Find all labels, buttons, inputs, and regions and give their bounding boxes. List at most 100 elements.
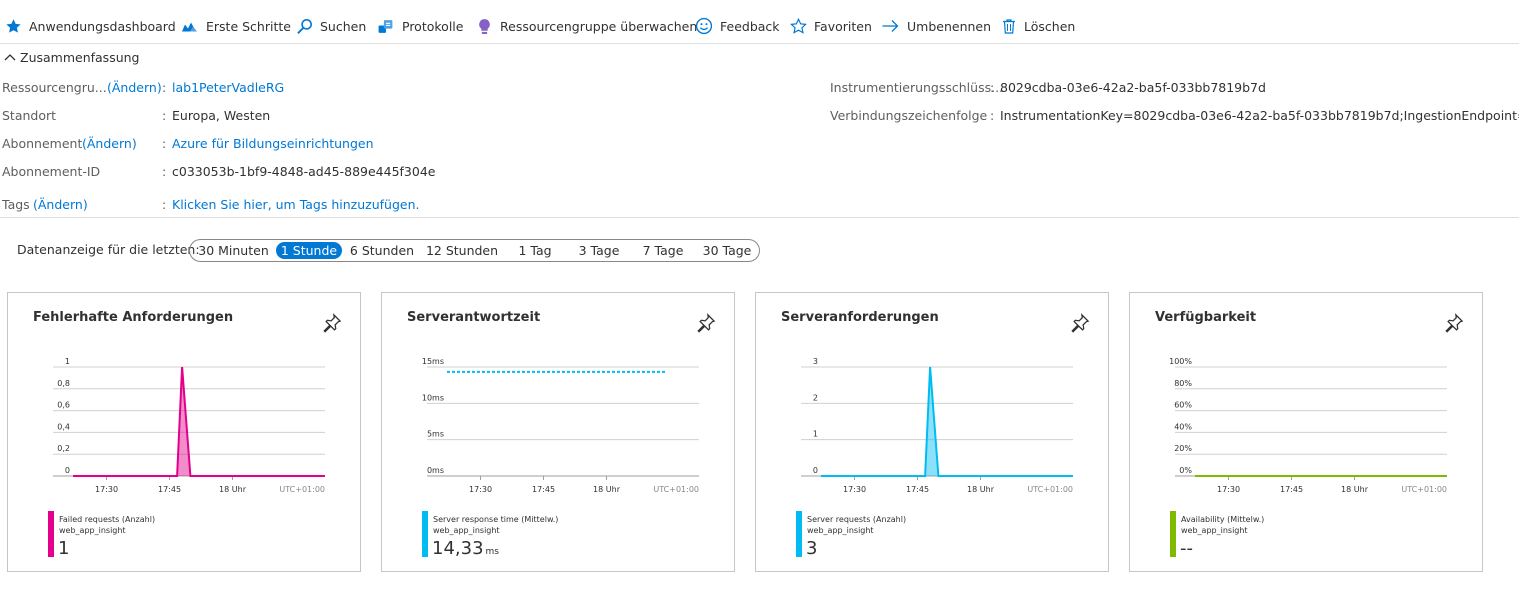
colon: : [990,107,995,123]
range-option-1-day[interactable]: 1 Tag [510,242,560,259]
legend-color-bar [422,511,428,557]
y-tick-label: 0ms [427,466,444,475]
subscription-link[interactable]: Azure für Bildungseinrichtungen [172,136,374,151]
availability-tile[interactable]: Verfügbarkeit 0% 20% 40% 60% 80% 100% 17:30 17:… [1129,292,1483,572]
instrumentation-key-label: Instrumentierungsschlüss... [830,79,1004,95]
feedback-button[interactable]: Feedback [695,14,780,38]
range-option-1-hour[interactable]: 1 Stunde [276,242,342,259]
y-tick-label: 5ms [427,430,444,439]
x-tick-label: 17:45 [906,485,929,494]
subscription-id-label: Abonnement-ID [2,163,101,179]
subscription-row: Abonnement (Ändern) : Azure für Bildungs… [0,134,800,152]
failed-requests-chart: 0 0,2 0,4 0,6 0,8 1 17:30 17:45 18 Uhr UTC+01:00 [53,357,325,494]
y-tick-label: 2 [813,393,818,402]
range-option-30-min[interactable]: 30 Minuten [196,242,271,259]
range-option-6-hours[interactable]: 6 Stunden [347,242,417,259]
y-tick-label: 60% [1174,401,1192,410]
x-tick-label: 17:30 [843,485,866,494]
x-tick-label: 18 Uhr [1341,485,1369,494]
legend-value-number: 1 [58,538,70,559]
star-outline-icon [790,17,807,34]
y-tick-label: 100% [1169,357,1192,366]
instrumentation-key-value: 8029cdba-03e6-42a2-ba5f-033bb7819b7d [1000,79,1266,95]
range-option-3-days[interactable]: 3 Tage [571,242,627,259]
x-tick-label: UTC+01:00 [1401,485,1447,494]
range-option-30-days[interactable]: 30 Tage [698,242,756,259]
legend-resource-name: web_app_insight [807,526,874,535]
legend-series-name: Server requests (Anzahl) [807,515,907,524]
range-option-12-hours[interactable]: 12 Stunden [423,242,501,259]
connection-string-row: Verbindungszeichenfolge : Instrumentatio… [0,106,1519,124]
server-response-time-tile[interactable]: Serverantwortzeit 0ms 5ms 10ms 15ms 17:30 17:… [381,292,735,572]
series-line [821,366,1073,477]
rename-label: Umbenennen [907,18,992,34]
arrow-right-icon [882,20,899,32]
x-tick-label: 17:30 [1217,485,1240,494]
logs-button[interactable]: Protokolle [377,14,463,38]
colon: : [162,196,167,212]
divider [0,217,1519,218]
legend-series-name: Failed requests (Anzahl) [59,515,156,524]
connection-string-value: InstrumentationKey=8029cdba-03e6-42a2-ba… [1000,107,1519,123]
subscription-change-link[interactable]: (Ändern) [82,136,137,151]
add-tags-link[interactable]: Klicken Sie hier, um Tags hinzuzufügen. [172,197,420,212]
favorites-label: Favoriten [814,18,872,34]
pin-icon[interactable] [1070,313,1090,336]
colon: : [162,163,167,179]
tags-label: Tags [2,196,30,212]
legend-color-bar [1170,511,1176,557]
y-tick-label: 0,6 [57,401,70,410]
x-tick-label: UTC+01:00 [1027,485,1073,494]
search-label: Suchen [320,18,367,34]
y-tick-label: 0,2 [57,444,70,453]
time-range-selector: 30 Minuten 1 Stunde 6 Stunden 12 Stunden… [189,239,760,262]
app-dashboard-button[interactable]: Anwendungsdashboard [5,14,176,38]
getting-started-label: Erste Schritte [206,18,291,34]
feedback-label: Feedback [720,18,780,34]
series-area [821,367,1073,476]
tags-change-link[interactable]: (Ändern) [33,197,88,212]
x-tick-label: UTC+01:00 [653,485,699,494]
y-tick-label: 0,4 [57,422,70,431]
y-tick-label: 1 [813,430,818,439]
favorites-button[interactable]: Favoriten [790,14,872,38]
tags-row: Tags (Ändern) : Klicken Sie hier, um Tag… [0,195,800,213]
x-tick-label: 17:45 [158,485,181,494]
legend-color-bar [48,511,54,557]
colon: : [990,79,995,95]
server-requests-tile[interactable]: Serveranforderungen 0 1 2 3 17:30 17:45 18 Uhr… [755,292,1109,572]
monitor-resource-group-button[interactable]: Ressourcengruppe überwachen [476,14,697,38]
delete-button[interactable]: Löschen [1001,14,1075,38]
legend-value: 1 [58,538,71,559]
search-button[interactable]: Suchen [296,14,366,38]
tile-title: Verfügbarkeit [1155,310,1257,325]
availability-chart: 0% 20% 40% 60% 80% 100% 17:30 17:45 18 Uhr UTC+01… [1169,357,1447,494]
legend-value: 14,33 ms [432,538,499,559]
legend-value-unit: ms [485,547,499,557]
pin-icon[interactable] [322,313,342,336]
legend-series-name: Availability (Mittelw.) [1181,515,1265,524]
legend-resource-name: web_app_insight [59,526,126,535]
y-tick-label: 20% [1174,444,1192,453]
summary-toggle[interactable]: Zusammenfassung [4,48,140,66]
x-tick-label: 17:45 [1280,485,1303,494]
pin-icon[interactable] [696,313,716,336]
trash-icon [1003,18,1015,34]
legend-value-number: 3 [806,538,818,559]
legend-series-name: Server response time (Mittelw.) [433,515,559,524]
y-tick-label: 80% [1174,379,1192,388]
app-dashboard-label: Anwendungsdashboard [29,18,176,34]
failed-requests-tile[interactable]: Fehlerhafte Anforderungen 0 0,2 0,4 0,6 0,8 1… [7,292,361,572]
x-tick-label: 17:30 [469,485,492,494]
legend-resource-name: web_app_insight [1181,526,1248,535]
colon: : [162,135,167,151]
time-range-label: Datenanzeige für die letzten: [17,242,200,257]
range-option-7-days[interactable]: 7 Tage [635,242,691,259]
series-line [73,366,325,477]
getting-started-button[interactable]: Erste Schritte [180,14,291,38]
pin-icon[interactable] [1444,313,1464,336]
legend-value-number: 14,33 [432,538,484,559]
rename-button[interactable]: Umbenennen [881,14,991,38]
y-tick-label: 0,8 [57,379,70,388]
server-requests-chart: 0 1 2 3 17:30 17:45 18 Uhr UTC+01:00 [801,357,1073,494]
